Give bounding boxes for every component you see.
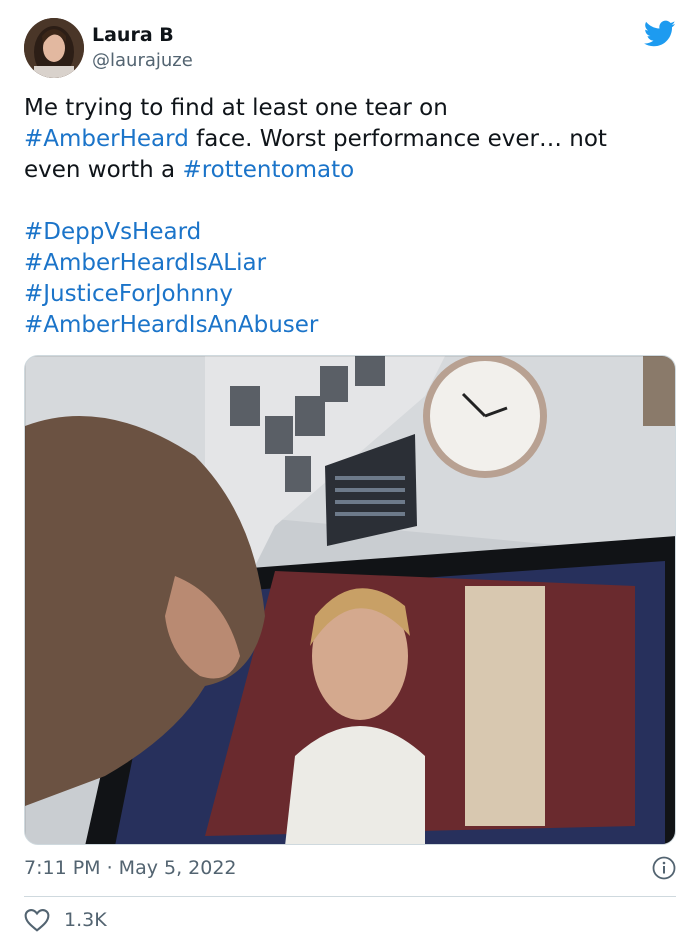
divider (24, 896, 676, 897)
tweet-text-line3: even worth a (24, 157, 183, 183)
tweet-text-line1: Me trying to find at least one tear on (24, 95, 448, 121)
tweet-text-line2: face. Worst performance ever… not (188, 126, 607, 152)
heart-icon[interactable] (24, 908, 50, 932)
hashtag-link[interactable]: #rottentomato (182, 157, 354, 183)
author-names: Laura B @laurajuze (92, 22, 193, 74)
tweet-card: Laura B @laurajuze Me trying to find at … (0, 0, 700, 947)
author-display-name[interactable]: Laura B (92, 22, 193, 48)
hashtag-link[interactable]: #AmberHeard (24, 126, 189, 152)
hashtag-link[interactable]: #AmberHeardIsALiar (24, 250, 266, 276)
hashtag-link[interactable]: #DeppVsHeard (24, 219, 201, 245)
like-count: 1.3K (64, 909, 107, 931)
hashtag-link[interactable]: #JusticeForJohnny (24, 281, 233, 307)
info-icon[interactable] (652, 856, 676, 880)
twitter-bird-icon[interactable] (644, 20, 676, 48)
like-action[interactable]: 1.3K (24, 905, 107, 935)
hashtag-link[interactable]: #AmberHeardIsAnAbuser (24, 312, 318, 338)
author-handle[interactable]: @laurajuze (92, 48, 193, 74)
tweet-timestamp[interactable]: 7:11 PM · May 5, 2022 (24, 855, 237, 881)
tweet-text: Me trying to find at least one tear on #… (24, 93, 676, 341)
tweet-media-photo[interactable] (24, 355, 676, 845)
tweet-header: Laura B @laurajuze (24, 18, 676, 80)
avatar[interactable] (24, 18, 84, 78)
